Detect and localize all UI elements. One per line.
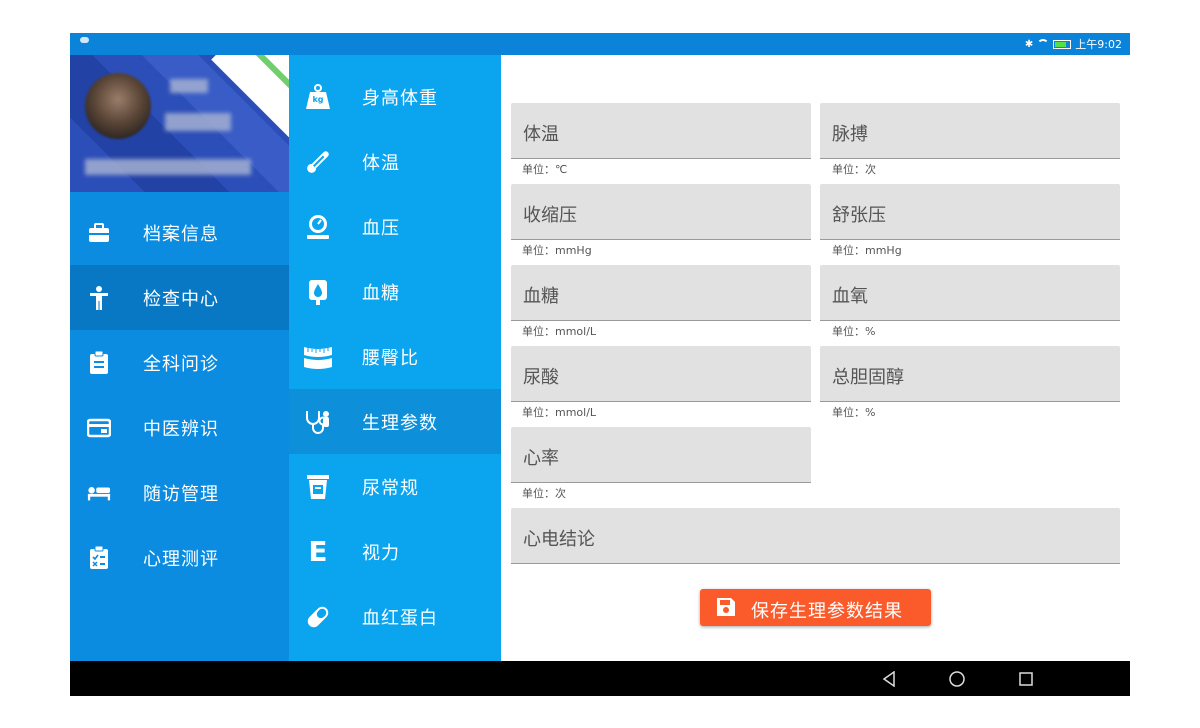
sidebar-item-profile-info[interactable]: 档案信息 xyxy=(70,200,289,265)
stethoscope-icon xyxy=(303,407,333,437)
bluetooth-icon: ✱ xyxy=(1024,38,1034,50)
status-time: 上午9:02 xyxy=(1075,38,1122,51)
briefcase-icon xyxy=(87,221,111,245)
user-name-redacted xyxy=(170,79,208,93)
sidebar-item-tcm-identify[interactable]: 中医辨识 xyxy=(70,395,289,460)
sidebar-item-general-consult[interactable]: 全科问诊 xyxy=(70,330,289,395)
subnav-item-hemoglobin[interactable]: 血红蛋白 xyxy=(289,584,501,649)
subnav-item-height-weight[interactable]: kg 身高体重 xyxy=(289,64,501,129)
clipboard-icon xyxy=(87,350,111,375)
status-icons: ✱ 上午9:02 xyxy=(1025,36,1122,52)
uric-acid-field[interactable]: 尿酸 xyxy=(511,346,811,402)
ecg-conclusion-field[interactable]: 心电结论 xyxy=(511,508,1120,564)
checklist-icon xyxy=(87,545,111,570)
total-cholesterol-unit: 单位：% xyxy=(832,406,876,419)
temperature-field[interactable]: 体温 xyxy=(511,103,811,159)
cup-icon xyxy=(303,472,333,502)
user-profile-header xyxy=(70,55,289,192)
battery-icon xyxy=(1053,39,1072,49)
subnav-item-blood-sugar[interactable]: 血糖 xyxy=(289,259,501,324)
eye-chart-icon: E xyxy=(303,535,333,568)
back-icon[interactable] xyxy=(879,669,899,689)
system-navigation-bar xyxy=(70,661,1130,696)
blood-drop-icon xyxy=(303,277,333,307)
primary-sidebar: 档案信息 检查中心 全科问诊 中医辨识 随访管理 心理测评 xyxy=(70,55,289,661)
pill-icon xyxy=(303,602,333,632)
user-info-redacted xyxy=(165,113,231,131)
physiological-params-form: 体温 单位：℃ 脉搏 单位：次 收缩压 单位：mmHg 舒张压 单位：mmHg … xyxy=(501,55,1130,661)
temperature-unit: 单位：℃ xyxy=(522,163,568,176)
id-card-icon xyxy=(87,416,111,440)
thermometer-icon xyxy=(303,147,333,177)
user-id-redacted xyxy=(85,159,251,175)
device-screen: ✱ 上午9:02 档案信息 检查中心 全科问诊 中医辨识 随访管理 心理测评 k… xyxy=(70,33,1130,696)
subnav-item-blood-pressure[interactable]: 血压 xyxy=(289,194,501,259)
home-icon[interactable] xyxy=(947,669,967,689)
pulse-unit: 单位：次 xyxy=(832,163,876,176)
subnav-item-temperature[interactable]: 体温 xyxy=(289,129,501,194)
total-cholesterol-field[interactable]: 总胆固醇 xyxy=(820,346,1120,402)
systolic-pressure-unit: 单位：mmHg xyxy=(522,244,592,257)
heart-rate-unit: 单位：次 xyxy=(522,487,566,500)
pulse-field[interactable]: 脉搏 xyxy=(820,103,1120,159)
sidebar-item-check-center[interactable]: 检查中心 xyxy=(70,265,289,330)
blood-oxygen-field[interactable]: 血氧 xyxy=(820,265,1120,321)
subnav-item-vision[interactable]: E 视力 xyxy=(289,519,501,584)
secondary-sidebar: kg 身高体重 体温 血压 血糖 腰臀比 生理参数 尿常规 E 视力 血红蛋白 xyxy=(289,55,501,661)
weight-icon-text: kg xyxy=(312,94,324,104)
sidebar-item-follow-up[interactable]: 随访管理 xyxy=(70,460,289,525)
blood-sugar-field[interactable]: 血糖 xyxy=(511,265,811,321)
person-icon xyxy=(87,285,111,310)
tape-measure-icon xyxy=(303,342,333,372)
blood-oxygen-unit: 单位：% xyxy=(832,325,876,338)
save-icon xyxy=(716,597,736,617)
eye-chart-icon-text: E xyxy=(308,535,328,568)
avatar[interactable] xyxy=(85,73,151,139)
diastolic-pressure-unit: 单位：mmHg xyxy=(832,244,902,257)
subnav-item-physiological-params[interactable]: 生理参数 xyxy=(289,389,501,454)
sidebar-item-psych-eval[interactable]: 心理测评 xyxy=(70,525,289,590)
systolic-pressure-field[interactable]: 收缩压 xyxy=(511,184,811,240)
wifi-icon xyxy=(1037,39,1050,49)
uric-acid-unit: 单位：mmol/L xyxy=(522,406,597,419)
weight-icon: kg xyxy=(303,82,333,112)
subnav-item-urine-routine[interactable]: 尿常规 xyxy=(289,454,501,519)
heart-rate-field[interactable]: 心率 xyxy=(511,427,811,483)
save-params-button[interactable]: 保存生理参数结果 xyxy=(700,589,931,626)
diastolic-pressure-field[interactable]: 舒张压 xyxy=(820,184,1120,240)
subnav-item-waist-hip[interactable]: 腰臀比 xyxy=(289,324,501,389)
gauge-icon xyxy=(303,212,333,242)
cloud-icon xyxy=(80,37,89,43)
blood-sugar-unit: 单位：mmol/L xyxy=(522,325,597,338)
status-bar: ✱ 上午9:02 xyxy=(70,33,1130,55)
bed-icon xyxy=(87,481,111,505)
recents-icon[interactable] xyxy=(1016,669,1036,689)
